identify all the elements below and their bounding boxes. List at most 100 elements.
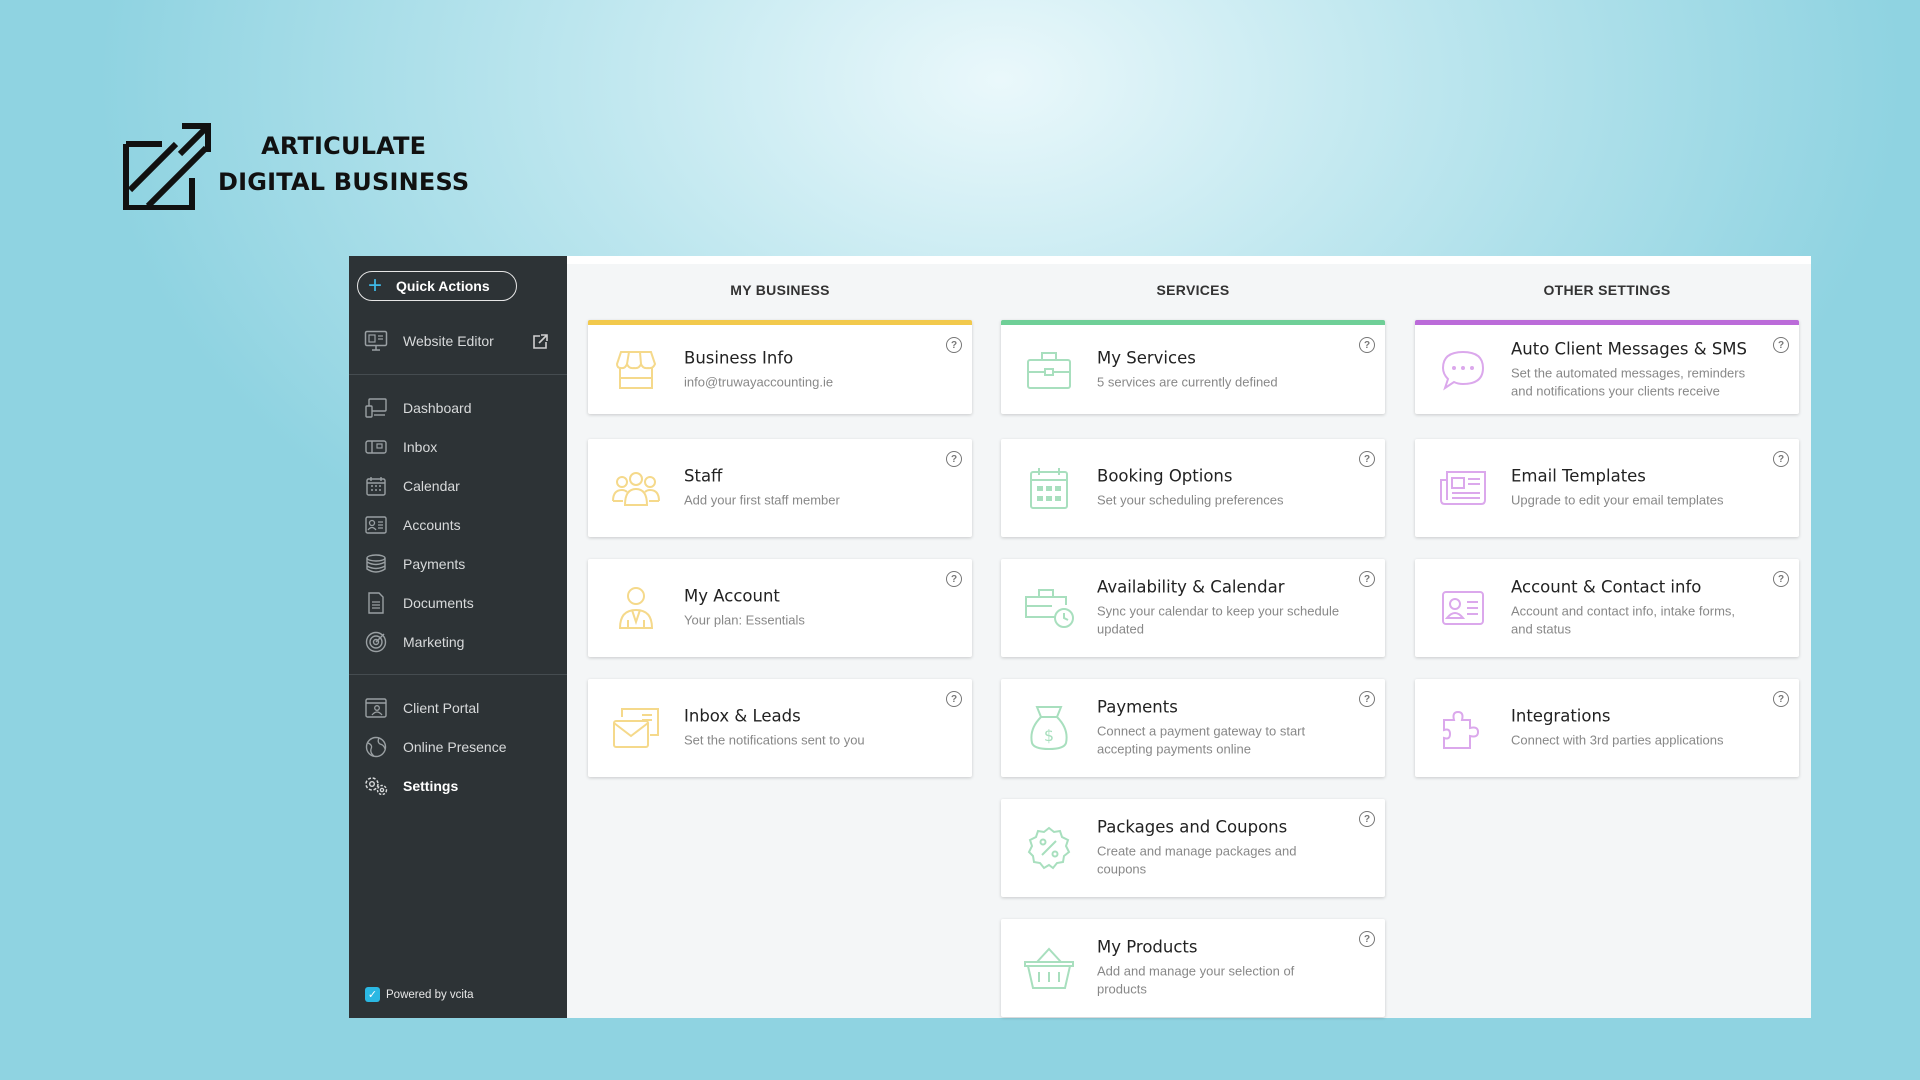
sidebar-item-label: Accounts: [403, 517, 461, 533]
sidebar-item-payments[interactable]: Payments: [363, 551, 465, 577]
inbox-icon: [363, 434, 389, 460]
card-account-contact-info[interactable]: Account & Contact info Account and contac…: [1415, 559, 1799, 657]
card-subtitle: info@truwayaccounting.ie: [684, 374, 834, 389]
card-my-account[interactable]: My Account Your plan: Essentials ?: [588, 559, 972, 657]
help-icon[interactable]: ?: [1359, 691, 1375, 707]
card-packages-coupons[interactable]: Packages and Coupons Create and manage pa…: [1001, 799, 1385, 897]
sidebar-item-label: Online Presence: [403, 739, 507, 755]
card-integrations[interactable]: Integrations Connect with 3rd parties app…: [1415, 679, 1799, 777]
column-title-other-settings: OTHER SETTINGS: [1543, 282, 1671, 298]
help-icon[interactable]: ?: [1359, 337, 1375, 353]
client-portal-icon: [363, 695, 389, 721]
brand-line-1: ARTICULATE: [261, 132, 427, 160]
website-editor-label: Website Editor: [403, 333, 494, 349]
sidebar-item-label: Settings: [403, 778, 459, 794]
help-icon[interactable]: ?: [946, 571, 962, 587]
sidebar-item-website-editor[interactable]: Website Editor: [363, 328, 494, 354]
card-title: Business Info: [684, 348, 794, 367]
column-title-services: SERVICES: [1156, 282, 1230, 298]
help-icon[interactable]: ?: [946, 337, 962, 353]
sidebar-item-label: Marketing: [403, 634, 465, 650]
help-icon[interactable]: ?: [1773, 691, 1789, 707]
card-subtitle: Connect with 3rd parties applications: [1511, 732, 1724, 748]
card-my-products[interactable]: My Products Add and manage your selection…: [1001, 919, 1385, 1017]
percent-badge-icon: [1023, 822, 1075, 874]
card-payments[interactable]: $ Payments Connect a payment gateway to s…: [1001, 679, 1385, 777]
card-title: Auto Client Messages & SMS: [1511, 339, 1748, 358]
card-title: Packages and Coupons: [1097, 817, 1288, 837]
accounts-icon: [363, 512, 389, 538]
external-link-icon[interactable]: [531, 333, 549, 351]
help-icon[interactable]: ?: [946, 691, 962, 707]
sidebar-item-calendar[interactable]: Calendar: [363, 473, 460, 499]
calendar-icon: [363, 473, 389, 499]
settings-main: MY BUSINESS SERVICES OTHER SETTINGS Busi…: [567, 256, 1811, 1018]
sidebar-item-online-presence[interactable]: Online Presence: [363, 734, 507, 760]
card-subtitle: Set your scheduling preferences: [1097, 492, 1284, 508]
help-icon[interactable]: ?: [1359, 451, 1375, 467]
sidebar: + Quick Actions Website Editor Dashboard…: [349, 256, 567, 1018]
help-icon[interactable]: ?: [1773, 451, 1789, 467]
monitor-icon: [363, 328, 389, 354]
sidebar-item-inbox[interactable]: Inbox: [363, 434, 437, 460]
card-subtitle: Your plan: Essentials: [684, 612, 805, 628]
sidebar-item-label: Dashboard: [403, 400, 472, 416]
sidebar-item-label: Client Portal: [403, 700, 480, 716]
money-bag-icon: $: [1023, 702, 1075, 754]
help-icon[interactable]: ?: [1773, 337, 1789, 353]
quick-actions-label: Quick Actions: [396, 278, 490, 294]
sidebar-item-label: Documents: [403, 595, 474, 611]
briefcase-clock-icon: [1023, 582, 1075, 634]
envelope-icon: [610, 702, 662, 754]
sidebar-item-label: Calendar: [403, 478, 460, 494]
svg-text:$: $: [1044, 726, 1054, 745]
help-icon[interactable]: ?: [1359, 811, 1375, 827]
payments-icon: [363, 551, 389, 577]
sidebar-item-client-portal[interactable]: Client Portal: [363, 695, 479, 721]
powered-by-footer[interactable]: ✓ Powered by vcita: [365, 987, 474, 1002]
card-business-info[interactable]: Business Info info@truwayaccounting.ie ?: [588, 320, 972, 414]
card-auto-client-messages[interactable]: Auto Client Messages & SMS Set the automa…: [1415, 320, 1799, 414]
brand-logo: ARTICULATE DIGITAL BUSINESS: [122, 118, 469, 210]
card-booking-options[interactable]: Booking Options Set your scheduling prefe…: [1001, 439, 1385, 537]
card-title: My Services: [1097, 348, 1196, 367]
newspaper-icon: [1437, 462, 1489, 514]
card-inbox-leads[interactable]: Inbox & Leads Set the notifications sent …: [588, 679, 972, 777]
help-icon[interactable]: ?: [946, 451, 962, 467]
card-subtitle: Upgrade to edit your email templates: [1511, 492, 1724, 508]
sidebar-item-dashboard[interactable]: Dashboard: [363, 395, 472, 421]
card-email-templates[interactable]: Email Templates Upgrade to edit your emai…: [1415, 439, 1799, 537]
sidebar-item-settings[interactable]: Settings: [363, 773, 458, 799]
documents-icon: [363, 590, 389, 616]
sidebar-item-marketing[interactable]: Marketing: [363, 629, 464, 655]
help-icon[interactable]: ?: [1359, 571, 1375, 587]
basket-icon: [1023, 942, 1075, 994]
sidebar-item-documents[interactable]: Documents: [363, 590, 474, 616]
card-my-services[interactable]: My Services 5 services are currently defi…: [1001, 320, 1385, 414]
app-window: + Quick Actions Website Editor Dashboard…: [349, 256, 1811, 1018]
card-subtitle: Add and manage your selection of product…: [1097, 963, 1295, 997]
sidebar-item-accounts[interactable]: Accounts: [363, 512, 461, 538]
quick-actions-button[interactable]: + Quick Actions: [357, 271, 517, 301]
sidebar-divider: [349, 674, 567, 675]
card-availability-calendar[interactable]: Availability & Calendar Sync your calenda…: [1001, 559, 1385, 657]
help-icon[interactable]: ?: [1773, 571, 1789, 587]
card-title: Email Templates: [1511, 466, 1646, 486]
column-title-my-business: MY BUSINESS: [730, 282, 830, 298]
chat-bubble-icon: [1437, 344, 1489, 396]
calendar-grid-icon: [1023, 462, 1075, 514]
card-subtitle: Connect a payment gateway to start accep…: [1097, 723, 1306, 757]
card-subtitle: Add your first staff member: [684, 492, 840, 508]
sidebar-item-label: Inbox: [403, 439, 438, 455]
card-staff[interactable]: Staff Add your first staff member ?: [588, 439, 972, 537]
card-title: My Products: [1097, 937, 1198, 957]
card-title: Inbox & Leads: [684, 706, 801, 726]
settings-icon: [363, 773, 389, 799]
help-icon[interactable]: ?: [1359, 931, 1375, 947]
marketing-icon: [363, 629, 389, 655]
plus-icon: +: [368, 272, 383, 299]
card-subtitle: Sync your calendar to keep your schedule…: [1097, 603, 1340, 637]
storefront-icon: [610, 344, 662, 396]
card-title: Staff: [684, 466, 723, 486]
card-title: Availability & Calendar: [1097, 577, 1285, 597]
